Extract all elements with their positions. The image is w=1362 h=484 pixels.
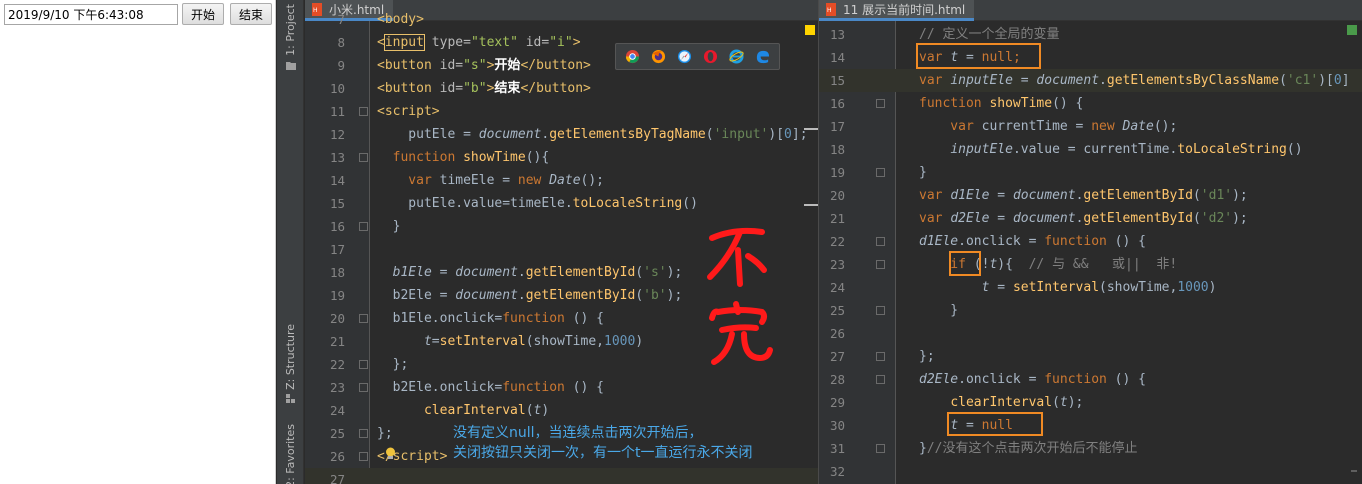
code-line: 30 t = null xyxy=(829,418,1013,433)
time-input[interactable] xyxy=(4,4,178,25)
firefox-icon[interactable] xyxy=(651,49,666,64)
code-line: 27}; xyxy=(829,349,935,364)
chrome-icon[interactable] xyxy=(625,49,640,64)
opera-icon[interactable] xyxy=(703,49,718,64)
favorites-tool-label: 2: Favorites xyxy=(284,424,297,484)
code-line: 25 } xyxy=(829,303,959,318)
code-line: 22 d1Ele.onclick = function () { xyxy=(829,234,1146,249)
structure-tool-tab[interactable]: Z: Structure xyxy=(277,324,304,404)
annotation-note-line-2: 关闭按钮只关闭一次，有一个t一直运行永不关闭 xyxy=(453,445,753,461)
code-line: 26 xyxy=(829,326,845,341)
code-line: 17 var currentTime = new Date(); xyxy=(829,119,1178,134)
code-line: 24 t = setInterval(showTime,1000) xyxy=(829,280,1217,295)
fold-marker[interactable] xyxy=(359,429,368,438)
annotation-note-line-1: 没有定义null，当连续点击两次开始后， xyxy=(453,425,703,441)
fold-marker[interactable] xyxy=(876,444,885,453)
code-line-current: 27 xyxy=(305,468,818,484)
code-line: 10 <button id="b">结束</button> xyxy=(329,81,591,96)
code-line: 12 putEle = document.getElementsByTagNam… xyxy=(329,127,808,142)
fold-marker[interactable] xyxy=(359,452,368,461)
fold-marker[interactable] xyxy=(876,352,885,361)
stop-button[interactable]: 结束 xyxy=(230,3,272,25)
svg-text:H: H xyxy=(827,7,832,14)
structure-icon xyxy=(285,393,295,403)
right-tab-bar: H 11 展示当前时间.html xyxy=(819,0,1362,21)
favorites-tool-tab[interactable]: 2: Favorites xyxy=(277,424,304,484)
code-line: 29 clearInterval(t); xyxy=(829,395,1084,410)
code-line: 32 xyxy=(829,464,845,479)
browser-preview: 开始 结束 xyxy=(0,0,276,484)
warning-marker-icon[interactable] xyxy=(805,25,815,35)
code-line: 14 var timeEle = new Date(); xyxy=(329,173,605,188)
fold-marker[interactable] xyxy=(359,360,368,369)
code-line: 23 if (!t){ // 与 && 或|| 非! xyxy=(829,257,1178,272)
status-ok-icon[interactable] xyxy=(1347,25,1357,35)
html-file-icon: H xyxy=(826,2,836,16)
code-line: 13 function showTime(){ xyxy=(329,150,550,165)
code-line: 21 var d2Ele = document.getElementById('d… xyxy=(829,211,1248,226)
structure-tool-label: Z: Structure xyxy=(284,324,297,390)
fold-marker[interactable] xyxy=(876,260,885,269)
fold-marker[interactable] xyxy=(359,107,368,116)
edge-icon[interactable] xyxy=(755,49,770,64)
code-line: 11 <script> xyxy=(329,104,440,119)
scrollbar-marker xyxy=(1351,470,1357,472)
right-tab-title: 11 展示当前时间.html xyxy=(843,2,966,17)
fold-marker[interactable] xyxy=(359,314,368,323)
code-line: 20 var d1Ele = document.getElementById('d… xyxy=(829,188,1248,203)
tool-window-strip: 1: Project Z: Structure 2: Favorites xyxy=(277,0,304,484)
fold-marker[interactable] xyxy=(876,168,885,177)
fold-marker[interactable] xyxy=(876,237,885,246)
scrollbar-marker xyxy=(804,204,818,206)
right-editor-pane: H 11 展示当前时间.html 13// 定义一个全局的变量 14 var t … xyxy=(819,0,1362,484)
browser-preview-icons xyxy=(615,43,780,70)
scrollbar-marker xyxy=(804,128,818,130)
right-code-area[interactable]: 13// 定义一个全局的变量 14 var t = null; 15 var inp… xyxy=(819,21,1362,484)
fold-marker[interactable] xyxy=(359,222,368,231)
safari-icon[interactable] xyxy=(677,49,692,64)
code-line: 16 function showTime() { xyxy=(829,96,1084,111)
folder-icon xyxy=(285,61,296,70)
project-tool-tab[interactable]: 1: Project xyxy=(277,4,304,70)
highlight-box-not-t xyxy=(949,251,981,276)
code-line: 23 b2Ele.onclick=function () { xyxy=(329,380,604,395)
fold-marker[interactable] xyxy=(876,99,885,108)
code-line-current: 15 var inputEle = document.getElementsByC… xyxy=(819,69,1362,92)
code-line: 24 clearInterval(t) xyxy=(329,403,550,418)
fold-marker[interactable] xyxy=(876,375,885,384)
fold-marker[interactable] xyxy=(876,306,885,315)
lightbulb-icon[interactable] xyxy=(385,447,396,461)
ie-icon[interactable] xyxy=(729,49,744,64)
start-button[interactable]: 开始 xyxy=(182,3,224,25)
tab-show-current-time-html[interactable]: H 11 展示当前时间.html xyxy=(819,0,975,21)
code-line: 13// 定义一个全局的变量 xyxy=(829,27,1060,42)
handwritten-annotation: 不完 xyxy=(707,227,773,365)
code-line: 31}//没有这个点击两次开始后不能停止 xyxy=(829,441,1138,456)
code-line: 14 var t = null; xyxy=(829,50,1021,65)
highlight-box-t-null xyxy=(947,412,1043,436)
code-line: 19} xyxy=(829,165,927,180)
project-tool-label: 1: Project xyxy=(284,4,297,56)
code-line: 15 putEle.value=timeEle.toLocaleString() xyxy=(329,196,698,211)
code-line: 28 d2Ele.onclick = function () { xyxy=(829,372,1146,387)
fold-marker[interactable] xyxy=(359,153,368,162)
code-line: 7 <body> xyxy=(337,12,424,27)
code-line: 18 inputEle.value = currentTime.toLocale… xyxy=(829,142,1303,157)
highlight-box-var-t-null xyxy=(916,43,1041,69)
fold-marker[interactable] xyxy=(359,383,368,392)
